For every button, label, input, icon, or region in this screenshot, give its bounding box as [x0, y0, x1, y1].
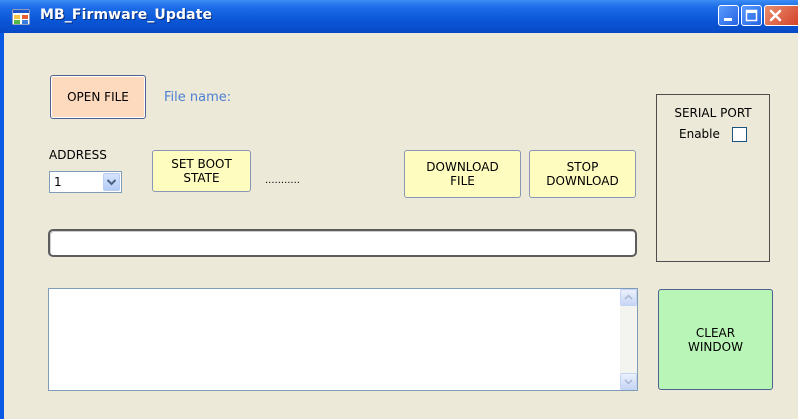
enable-label: Enable	[679, 127, 720, 141]
address-select[interactable]: 1	[49, 171, 122, 193]
stop-download-button[interactable]: STOP DOWNLOAD	[529, 150, 636, 198]
maximize-button[interactable]	[741, 5, 762, 26]
close-button[interactable]	[764, 5, 798, 26]
app-icon	[12, 9, 30, 25]
log-scrollbar[interactable]	[620, 289, 637, 390]
scroll-up-button[interactable]	[620, 289, 637, 306]
app-window: MB_Firmware_Update OPEN FILE File name: …	[0, 0, 798, 419]
progress-bar	[48, 229, 637, 257]
chevron-down-icon	[106, 179, 117, 186]
scroll-up-arrow-icon	[624, 294, 633, 300]
minimize-button[interactable]	[718, 5, 739, 26]
clear-window-label: CLEAR WINDOW	[688, 325, 743, 354]
maximize-icon	[745, 9, 758, 22]
scroll-down-arrow-icon	[624, 379, 633, 385]
stop-download-label: STOP DOWNLOAD	[546, 160, 619, 188]
scroll-down-button[interactable]	[620, 373, 637, 390]
download-file-button[interactable]: DOWNLOAD FILE	[404, 150, 521, 198]
address-value: 1	[54, 175, 62, 189]
address-dropdown-button[interactable]	[103, 173, 120, 191]
set-boot-state-label: SET BOOT STATE	[171, 157, 232, 185]
open-file-button[interactable]: OPEN FILE	[50, 75, 146, 119]
status-dots: ...........	[265, 175, 300, 186]
set-boot-state-button[interactable]: SET BOOT STATE	[152, 150, 251, 192]
enable-checkbox[interactable]	[732, 127, 747, 142]
close-icon	[769, 9, 782, 22]
serial-port-group: SERIAL PORT Enable	[656, 94, 770, 262]
file-name-label: File name:	[164, 90, 232, 105]
client-area: OPEN FILE File name: ADDRESS 1 SET BOOT …	[4, 33, 798, 419]
address-label: ADDRESS	[49, 148, 107, 162]
window-title: MB_Firmware_Update	[40, 7, 213, 23]
serial-port-title: SERIAL PORT	[674, 106, 752, 120]
minimize-icon	[724, 18, 732, 21]
clear-window-button[interactable]: CLEAR WINDOW	[658, 289, 773, 390]
log-textarea[interactable]	[48, 288, 638, 391]
download-file-label: DOWNLOAD FILE	[426, 160, 499, 188]
open-file-label: OPEN FILE	[67, 90, 129, 104]
title-bar[interactable]: MB_Firmware_Update	[0, 0, 798, 33]
